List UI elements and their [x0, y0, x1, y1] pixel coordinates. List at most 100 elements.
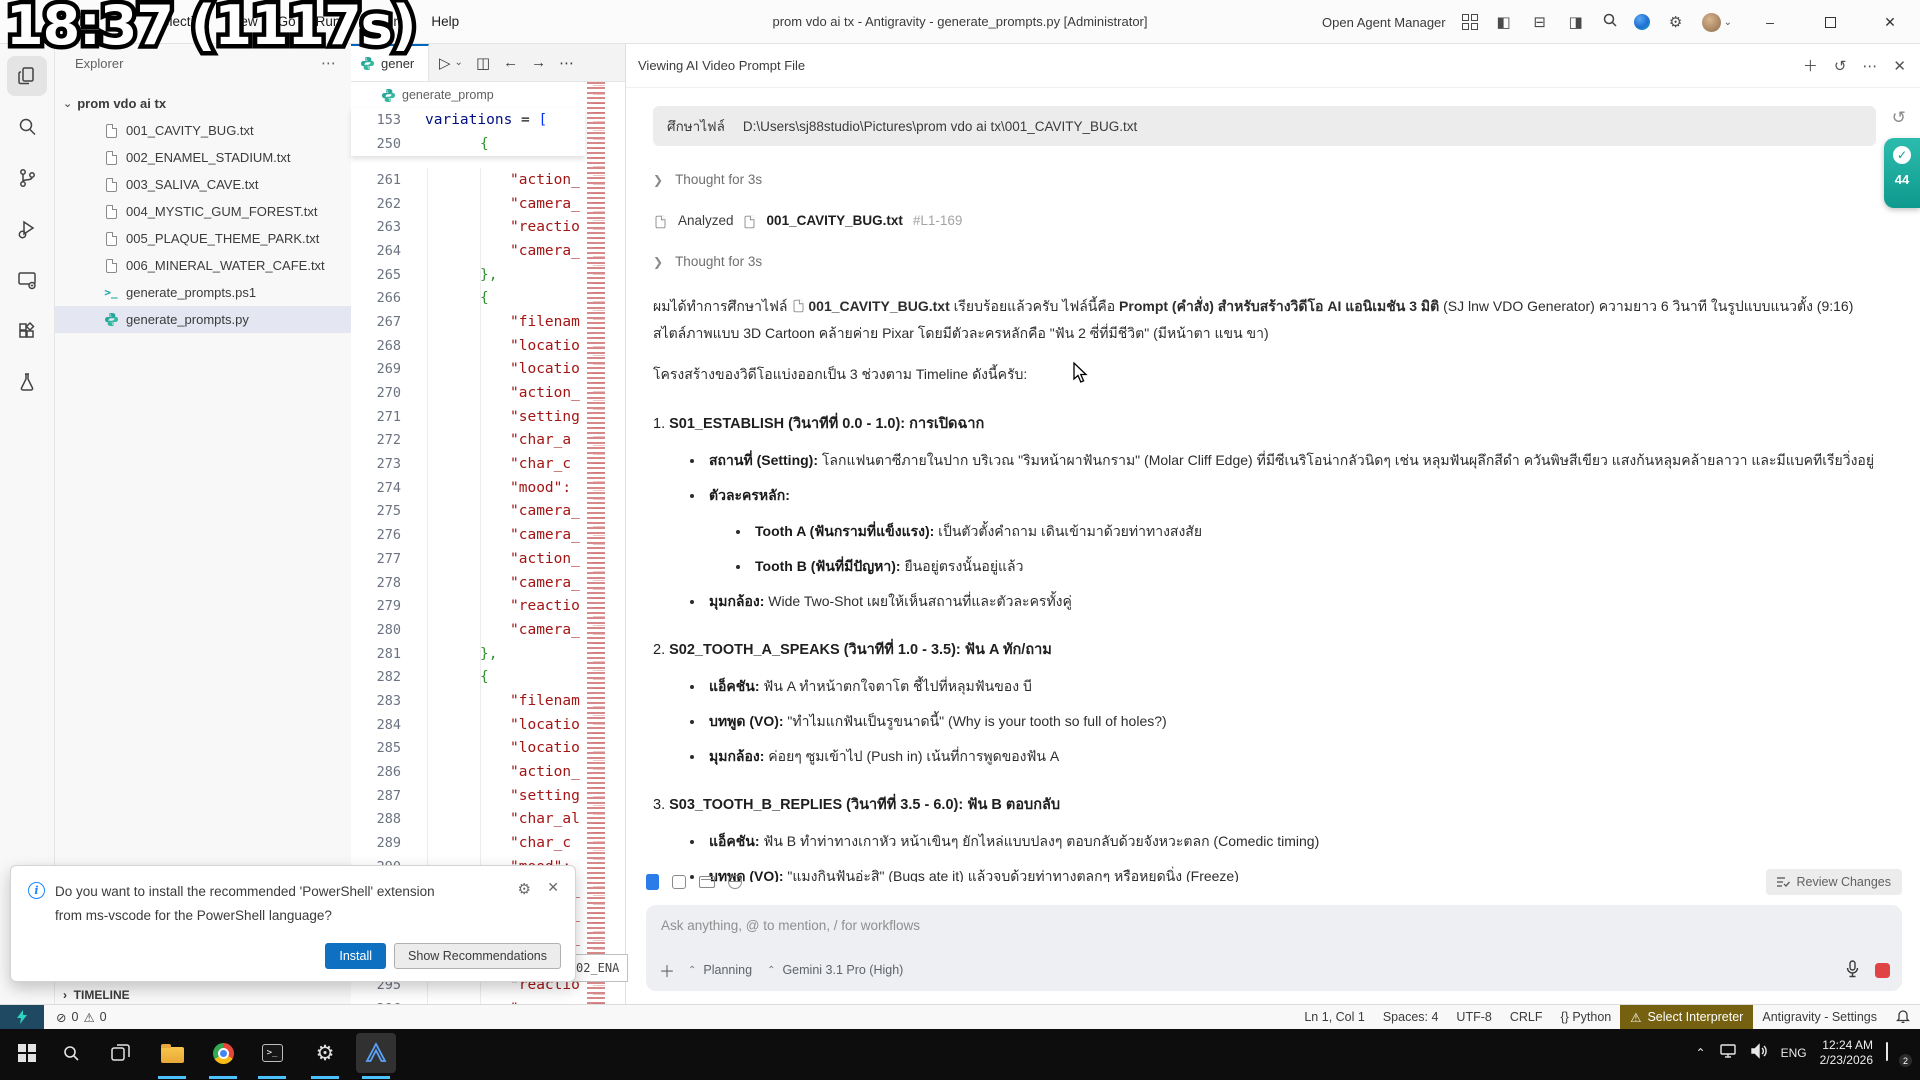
attachment-page-icon[interactable]: [646, 874, 659, 890]
agent-quota-badge[interactable]: ✓ 44: [1884, 138, 1920, 208]
code-line-276[interactable]: 276"camera_: [351, 523, 585, 547]
assistant-orb-icon[interactable]: [1634, 14, 1650, 30]
taskbar-clock[interactable]: 12:24 AM2/23/2026: [1820, 1038, 1873, 1068]
install-button[interactable]: Install: [325, 943, 386, 969]
thought-row[interactable]: ❯ Thought for 3s: [653, 172, 1876, 187]
explorer-file-generate_prompts.ps1[interactable]: >_generate_prompts.ps1: [55, 279, 351, 306]
attachment-card-icon[interactable]: [699, 876, 715, 888]
mode-selector[interactable]: Planning: [703, 963, 752, 977]
notification-settings-icon[interactable]: ⚙: [518, 880, 531, 898]
code-line-288[interactable]: 288"char_al: [351, 808, 585, 832]
show-recommendations-button[interactable]: Show Recommendations: [394, 943, 561, 969]
status-eol[interactable]: CRLF: [1501, 1010, 1552, 1024]
speaker-icon[interactable]: [1750, 1043, 1768, 1064]
code-line-263[interactable]: 263"reactio: [351, 215, 585, 239]
editor-more-actions-icon[interactable]: ⋯: [559, 54, 574, 72]
chat-input[interactable]: Ask anything, @ to mention, / for workfl…: [646, 905, 1902, 991]
code-line-287[interactable]: 287"setting: [351, 784, 585, 808]
taskbar-search-icon[interactable]: [49, 1029, 93, 1077]
folder-root[interactable]: ⌄ prom vdo ai tx: [55, 90, 351, 117]
language-indicator[interactable]: ENG: [1781, 1046, 1807, 1060]
attachment-globe-icon[interactable]: [728, 875, 742, 889]
explorer-file-001_CAVITY_BUG.txt[interactable]: 001_CAVITY_BUG.txt: [55, 117, 351, 144]
sticky-line-153[interactable]: 153variations = [: [351, 108, 585, 132]
code-line-273[interactable]: 273"char_c: [351, 452, 585, 476]
tool-call-box[interactable]: ศึกษาไฟล์ D:\Users\sj88studio\Pictures\p…: [653, 106, 1876, 146]
explorer-icon[interactable]: [7, 56, 47, 96]
testing-flask-icon[interactable]: [7, 362, 47, 402]
explorer-file-generate_prompts.py[interactable]: generate_prompts.py: [55, 306, 351, 333]
code-line-277[interactable]: 277"action_: [351, 547, 585, 571]
add-context-icon[interactable]: ＋: [659, 958, 675, 982]
explorer-file-004_MYSTIC_GUM_FOREST.txt[interactable]: 004_MYSTIC_GUM_FOREST.txt: [55, 198, 351, 225]
code-line-285[interactable]: 285"locatio: [351, 737, 585, 761]
code-line-262[interactable]: 262"camera_: [351, 192, 585, 216]
explorer-file-005_PLAQUE_THEME_PARK.txt[interactable]: 005_PLAQUE_THEME_PARK.txt: [55, 225, 351, 252]
thought-row[interactable]: ❯ Thought for 3s: [653, 254, 1876, 269]
run-dropdown-icon[interactable]: ⌄: [455, 57, 463, 68]
model-selector[interactable]: Gemini 3.1 Pro (High): [782, 963, 903, 977]
terminal-icon[interactable]: >_: [250, 1029, 294, 1077]
search-icon[interactable]: [1602, 12, 1618, 33]
start-button[interactable]: [5, 1029, 49, 1077]
code-line-264[interactable]: 264"camera_: [351, 239, 585, 263]
minimize-button[interactable]: –: [1748, 0, 1792, 44]
review-changes-button[interactable]: Review Changes: [1766, 869, 1903, 895]
code-line-270[interactable]: 270"action_: [351, 381, 585, 405]
search-sidebar-icon[interactable]: [7, 107, 47, 147]
code-line-261[interactable]: 261"action_: [351, 168, 585, 192]
sticky-scroll[interactable]: 153variations = [250{: [351, 108, 585, 156]
code-line-267[interactable]: 267"filenam: [351, 310, 585, 334]
taskbar-settings-icon[interactable]: ⚙: [303, 1029, 347, 1077]
stop-generation-button[interactable]: [1875, 963, 1890, 978]
hidden-icons-chevron[interactable]: ⌃: [1696, 1046, 1706, 1060]
code-line-279[interactable]: 279"reactio: [351, 594, 585, 618]
code-line-278[interactable]: 278"camera_: [351, 571, 585, 595]
analyzed-row[interactable]: Analyzed 001_CAVITY_BUG.txt #L1-169: [653, 213, 1876, 228]
extensions-icon[interactable]: [7, 311, 47, 351]
network-icon[interactable]: [1719, 1043, 1737, 1064]
code-line-269[interactable]: 269"locatio: [351, 358, 585, 382]
code-line-274[interactable]: 274"mood":: [351, 476, 585, 500]
code-line-281[interactable]: 281},: [351, 642, 585, 666]
history-icon[interactable]: ↺: [1834, 57, 1847, 75]
status-language[interactable]: {} Python: [1552, 1010, 1621, 1024]
toggle-sidebar-icon[interactable]: ◧: [1494, 13, 1514, 31]
code-line-286[interactable]: 286"action_: [351, 760, 585, 784]
status-encoding[interactable]: UTF-8: [1447, 1010, 1500, 1024]
go-back-icon[interactable]: ←: [503, 54, 518, 71]
code-line-265[interactable]: 265},: [351, 263, 585, 287]
notification-close-icon[interactable]: ✕: [547, 879, 559, 896]
go-forward-icon[interactable]: →: [531, 54, 546, 71]
code-line-268[interactable]: 268"locatio: [351, 334, 585, 358]
select-interpreter-button[interactable]: ⚠ Select Interpreter: [1620, 1005, 1753, 1029]
code-line-283[interactable]: 283"filenam: [351, 689, 585, 713]
source-control-icon[interactable]: [7, 158, 47, 198]
file-explorer-icon[interactable]: [150, 1029, 194, 1077]
explorer-file-002_ENAMEL_STADIUM.txt[interactable]: 002_ENAMEL_STADIUM.txt: [55, 144, 351, 171]
code-line-266[interactable]: 266{: [351, 286, 585, 310]
close-button[interactable]: ✕: [1868, 0, 1912, 44]
problems-status[interactable]: ⊘0 ⚠0: [56, 1010, 107, 1025]
attachment-doc-icon[interactable]: [672, 875, 686, 889]
new-chat-icon[interactable]: ＋: [1803, 55, 1818, 76]
notifications-bell-icon[interactable]: [1886, 1008, 1920, 1026]
breadcrumb[interactable]: generate_promp: [351, 82, 625, 108]
status-indentation[interactable]: Spaces: 4: [1374, 1010, 1448, 1024]
status-cursor-position[interactable]: Ln 1, Col 1: [1295, 1010, 1373, 1024]
antigravity-app-icon[interactable]: [354, 1029, 398, 1077]
sticky-line-250[interactable]: 250{: [351, 132, 585, 156]
toggle-panel-icon[interactable]: ⊟: [1530, 13, 1550, 31]
panel-close-icon[interactable]: ✕: [1893, 57, 1906, 75]
analyzed-file[interactable]: 001_CAVITY_BUG.txt: [767, 213, 903, 228]
code-line-271[interactable]: 271"setting: [351, 405, 585, 429]
code-line-272[interactable]: 272"char_a: [351, 429, 585, 453]
code-line-280[interactable]: 280"camera_: [351, 618, 585, 642]
settings-gear-icon[interactable]: ⚙: [1666, 13, 1686, 31]
split-editor-icon[interactable]: ◫: [476, 54, 490, 72]
remote-explorer-icon[interactable]: [7, 260, 47, 300]
code-line-282[interactable]: 282{: [351, 665, 585, 689]
status-settings[interactable]: Antigravity - Settings: [1753, 1010, 1886, 1024]
code-line-275[interactable]: 275"camera_: [351, 500, 585, 524]
explorer-file-006_MINERAL_WATER_CAFE.txt[interactable]: 006_MINERAL_WATER_CAFE.txt: [55, 252, 351, 279]
